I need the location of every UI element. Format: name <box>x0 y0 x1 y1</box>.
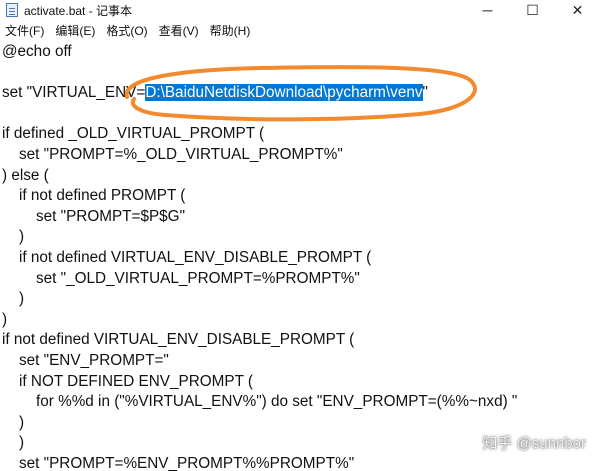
text-segment: ) <box>2 413 25 431</box>
text-line: ) <box>2 413 24 433</box>
text-line: if not defined PROMPT ( <box>2 186 185 206</box>
text-segment: set "ENV_PROMPT=" <box>2 352 169 369</box>
close-button[interactable]: ✕ <box>555 0 600 20</box>
window-title: activate.bat - 记事本 <box>24 3 133 18</box>
text-line: ) <box>2 289 24 309</box>
text-segment: set "PROMPT=$P$G" <box>2 207 186 225</box>
text-line: set "ENV_PROMPT=" <box>2 351 169 371</box>
text-segment: if not defined VIRTUAL_ENV_DISABLE_PROMP… <box>2 331 355 349</box>
title-bar[interactable]: activate.bat - 记事本 ─ ☐ ✕ <box>0 0 600 20</box>
text-line: ) <box>2 310 7 330</box>
text-line: @echo off <box>2 42 72 62</box>
window-controls: ─ ☐ ✕ <box>465 0 600 20</box>
text-segment: ) <box>2 290 25 308</box>
menu-help[interactable]: 帮助(H) <box>205 22 257 39</box>
menu-file[interactable]: 文件(F) <box>0 22 50 39</box>
text-line: set "VIRTUAL_ENV=D:\BaiduNetdiskDownload… <box>2 83 428 103</box>
text-line: ) <box>2 227 24 247</box>
menu-format[interactable]: 格式(O) <box>101 22 153 39</box>
maximize-button[interactable]: ☐ <box>510 0 555 20</box>
text-segment: if defined _OLD_VIRTUAL_PROMPT ( <box>2 125 265 143</box>
text-segment: if not defined VIRTUAL_ENV_DISABLE_PROMP… <box>2 249 372 266</box>
text-line: ) else ( <box>2 166 49 186</box>
text-line: if not defined VIRTUAL_ENV_DISABLE_PROMP… <box>2 330 354 350</box>
text-segment: @echo off <box>2 43 72 60</box>
text-line: if NOT DEFINED ENV_PROMPT ( <box>2 372 253 392</box>
menu-bar: 文件(F) 编辑(E) 格式(O) 查看(V) 帮助(H) <box>0 20 600 40</box>
text-editor[interactable]: @echo off set "VIRTUAL_ENV=D:\BaiduNetdis… <box>0 40 600 471</box>
text-line: set "PROMPT=$P$G" <box>2 207 185 227</box>
text-line: set "PROMPT=%ENV_PROMPT%%PROMPT%" <box>2 454 354 471</box>
menu-edit[interactable]: 编辑(E) <box>50 22 101 39</box>
text-line: set "_OLD_VIRTUAL_PROMPT=%PROMPT%" <box>2 269 360 289</box>
text-segment: ) <box>2 434 25 452</box>
text-line: for %%d in ("%VIRTUAL_ENV%") do set "ENV… <box>2 392 517 412</box>
text-segment: set "_OLD_VIRTUAL_PROMPT=%PROMPT%" <box>2 269 360 287</box>
text-segment: if NOT DEFINED ENV_PROMPT ( <box>2 372 254 390</box>
text-segment: ) <box>2 310 8 328</box>
watermark: 知乎 @sunnbor <box>482 432 586 453</box>
notepad-icon <box>6 3 18 17</box>
menu-view[interactable]: 查看(V) <box>154 22 205 39</box>
text-segment: " <box>422 84 428 102</box>
text-segment: for %%d in ("%VIRTUAL_ENV%") do set "ENV… <box>2 393 518 411</box>
text-segment: ) else ( <box>2 166 49 184</box>
text-line: ) <box>2 433 24 453</box>
text-segment: ) <box>2 228 25 246</box>
selected-text: D:\BaiduNetdiskDownload\pycharm\venv <box>145 84 423 102</box>
text-segment: if not defined PROMPT ( <box>2 187 186 205</box>
text-segment: set "VIRTUAL_ENV= <box>2 84 146 102</box>
text-segment: set "PROMPT=%_OLD_VIRTUAL_PROMPT%" <box>2 146 343 163</box>
minimize-button[interactable]: ─ <box>465 0 510 20</box>
text-line: if defined _OLD_VIRTUAL_PROMPT ( <box>2 124 264 144</box>
watermark-text: 知乎 @sunnbor <box>482 435 586 452</box>
text-line: if not defined VIRTUAL_ENV_DISABLE_PROMP… <box>2 248 371 268</box>
text-segment: set "PROMPT=%ENV_PROMPT%%PROMPT%" <box>2 455 355 471</box>
text-line: set "PROMPT=%_OLD_VIRTUAL_PROMPT%" <box>2 145 343 165</box>
